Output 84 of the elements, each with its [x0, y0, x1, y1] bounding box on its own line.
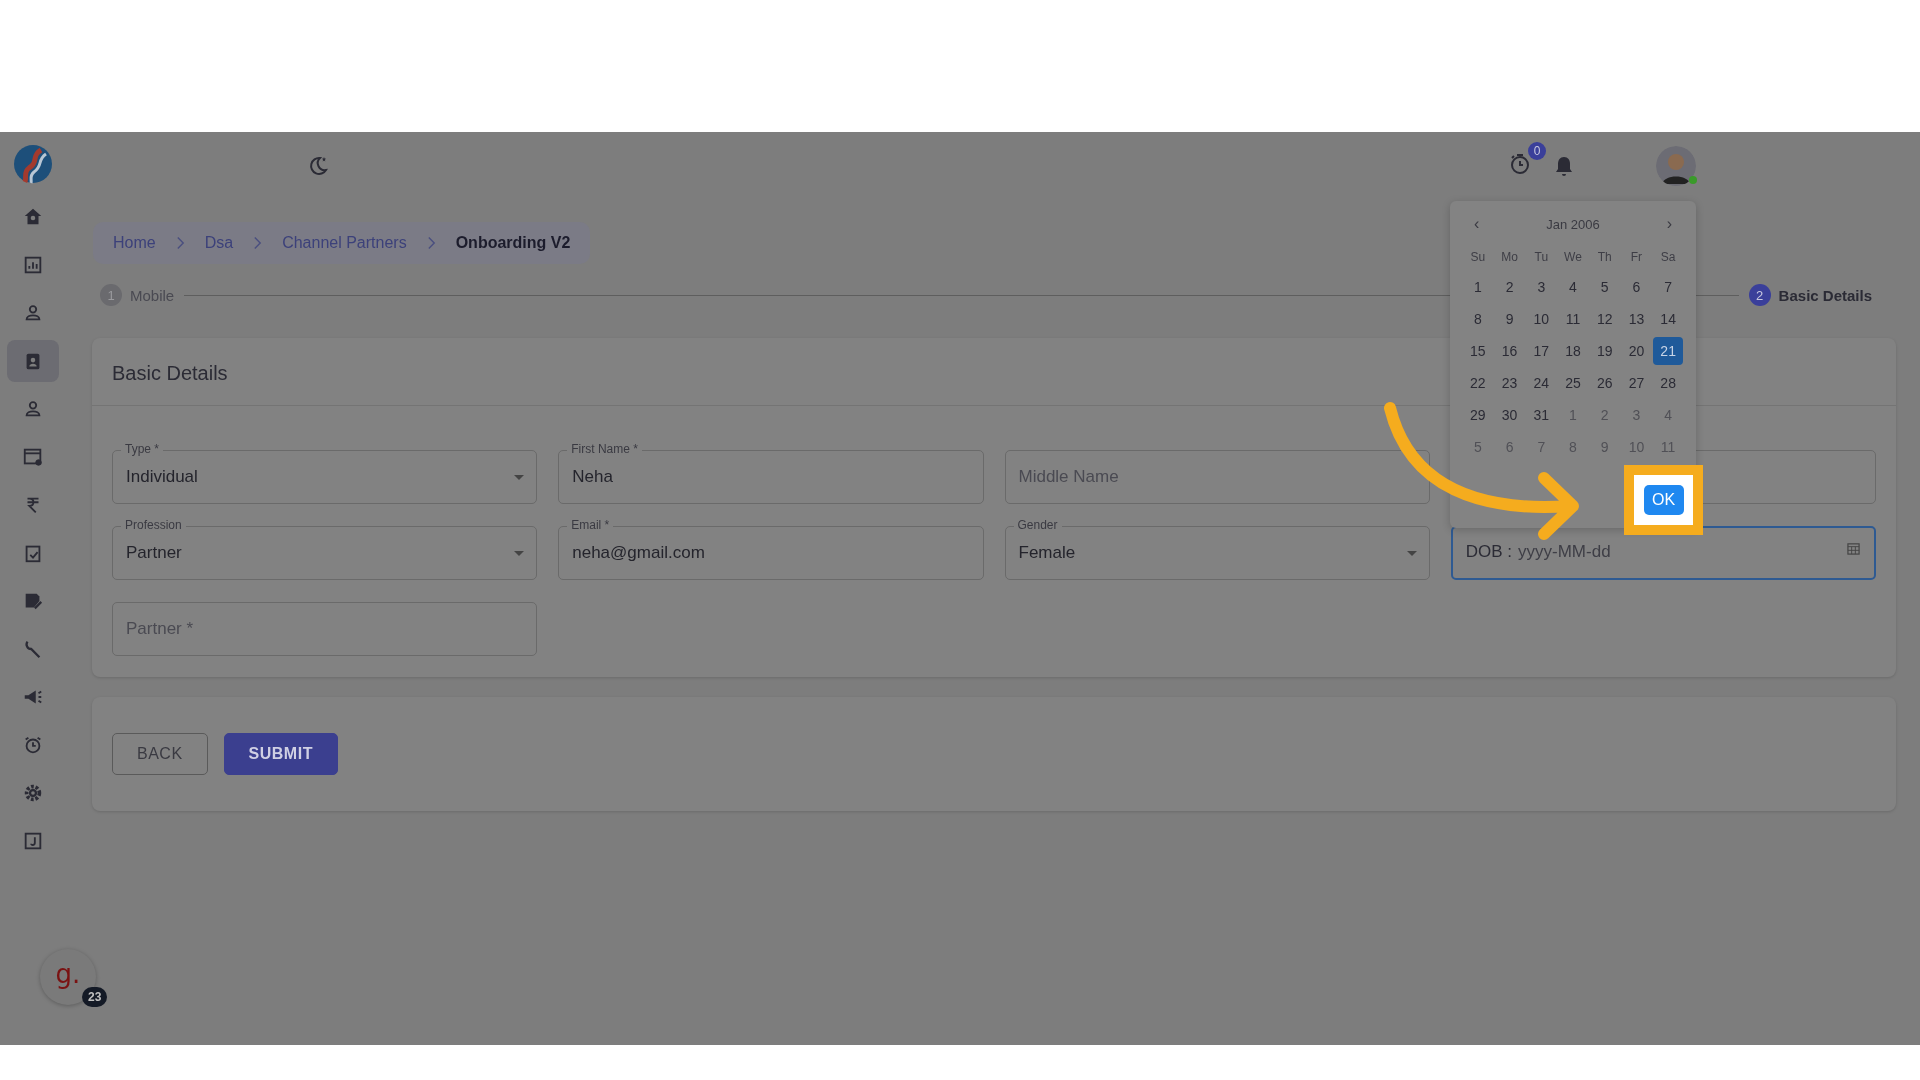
calendar-day[interactable]: 31 — [1526, 401, 1557, 429]
breadcrumb-link[interactable]: Dsa — [204, 234, 234, 252]
field-value: Individual — [126, 467, 198, 487]
field-label: Gender — [1013, 518, 1062, 532]
previous-month-button[interactable]: ‹ — [1474, 215, 1480, 233]
calendar-icon[interactable] — [1847, 542, 1860, 555]
letter-j-icon — [22, 830, 44, 852]
count-badge: 23 — [82, 987, 108, 1007]
calendar-day[interactable]: 25 — [1558, 369, 1588, 397]
calendar-day[interactable]: 9 — [1494, 305, 1525, 333]
caret-icon — [1406, 551, 1417, 557]
chevron-right-icon — [253, 236, 263, 250]
calendar-day[interactable]: 6 — [1621, 273, 1652, 301]
chevron-right-icon — [175, 236, 185, 250]
field-value: neha@gmail.com — [572, 543, 705, 563]
breadcrumb-link[interactable]: Home — [113, 234, 156, 252]
avatar-icon[interactable] — [1656, 146, 1696, 186]
weekday-label: We — [1563, 249, 1583, 266]
breadcrumb-link[interactable]: Channel Partners — [282, 234, 407, 252]
weekday-label: Mo — [1500, 249, 1519, 266]
calendar-day[interactable]: 4 — [1558, 273, 1588, 301]
calendar-day[interactable]: 29 — [1463, 401, 1493, 429]
sidebar-item[interactable] — [7, 340, 59, 382]
action-button[interactable]: SUBMIT — [223, 733, 338, 775]
calendar-day[interactable]: 13 — [1621, 305, 1652, 333]
calendar-day[interactable]: 23 — [1494, 369, 1525, 397]
weekday-label: Su — [1469, 249, 1487, 266]
field-value: Female — [1018, 543, 1076, 563]
window-gear-icon — [22, 446, 44, 468]
calendar-day[interactable]: 5 — [1589, 273, 1620, 301]
chevron-right-icon — [426, 236, 436, 250]
count-badge: 0 — [1528, 142, 1546, 160]
next-month-button[interactable]: › — [1666, 215, 1672, 233]
month-label: Jan 2006 — [1546, 216, 1600, 232]
calendar-day[interactable]: 24 — [1526, 369, 1557, 397]
action-button[interactable]: BACK — [112, 733, 208, 775]
calendar-day[interactable]: 7 — [1653, 273, 1683, 301]
calendar-day[interactable]: 22 — [1463, 369, 1493, 397]
calendar-day[interactable]: 26 — [1589, 369, 1620, 397]
field-label: DOB : — [1465, 542, 1513, 562]
calendar-day[interactable]: 17 — [1526, 337, 1557, 365]
calendar-day[interactable]: 18 — [1558, 337, 1588, 365]
field-value: Partner — [126, 543, 182, 563]
logo-icon — [13, 144, 53, 184]
field-label: First Name * — [567, 442, 642, 456]
ok-button[interactable]: OK — [1643, 485, 1684, 515]
field-label: Type * — [121, 442, 164, 456]
calendar-day[interactable]: 12 — [1589, 305, 1620, 333]
weekday-label: Th — [1596, 249, 1613, 266]
input-field[interactable]: Middle Name — [1004, 450, 1430, 504]
settings-icon — [22, 782, 44, 804]
bar-chart-icon — [22, 254, 44, 276]
calendar-day[interactable]: 10 — [1526, 305, 1557, 333]
chat-logo: g. — [55, 959, 81, 989]
field-value: Neha — [572, 467, 613, 487]
calendar-day[interactable]: 16 — [1494, 337, 1525, 365]
field-label: Profession — [121, 518, 186, 532]
step-number: 2 — [1748, 284, 1771, 306]
calendar-day[interactable]: 21 — [1653, 337, 1683, 365]
calendar-day[interactable]: 15 — [1463, 337, 1493, 365]
calendar-day[interactable]: 14 — [1653, 305, 1683, 333]
field-placeholder: Middle Name — [1018, 467, 1119, 487]
weekday-label: Sa — [1659, 249, 1677, 266]
step-label: Basic Details — [1778, 286, 1872, 304]
weekday-label: Fr — [1629, 249, 1644, 266]
calendar-day[interactable]: 28 — [1653, 369, 1683, 397]
caret-icon — [514, 551, 525, 557]
weekday-label: Tu — [1533, 249, 1550, 266]
calendar-day[interactable]: 11 — [1558, 305, 1588, 333]
calendar-day[interactable]: 30 — [1494, 401, 1525, 429]
calendar-day[interactable]: 8 — [1463, 305, 1493, 333]
calendar-day[interactable]: 20 — [1621, 337, 1652, 365]
calendar-day[interactable]: 19 — [1589, 337, 1620, 365]
caret-icon — [514, 475, 525, 481]
calendar-day[interactable]: 1 — [1463, 273, 1493, 301]
breadcrumb-link[interactable]: Onboarding V2 — [455, 234, 571, 252]
calendar-day[interactable]: 2 — [1494, 273, 1525, 301]
input-field[interactable]: Partner * — [112, 602, 538, 656]
field-label: Email * — [567, 518, 614, 532]
field-placeholder: Partner * — [126, 619, 194, 639]
calendar-day[interactable]: 3 — [1526, 273, 1557, 301]
calendar-day[interactable]: 27 — [1621, 369, 1652, 397]
stopwatch-icon[interactable] — [1508, 152, 1532, 176]
field-placeholder: yyyy-MM-dd — [1518, 542, 1611, 562]
